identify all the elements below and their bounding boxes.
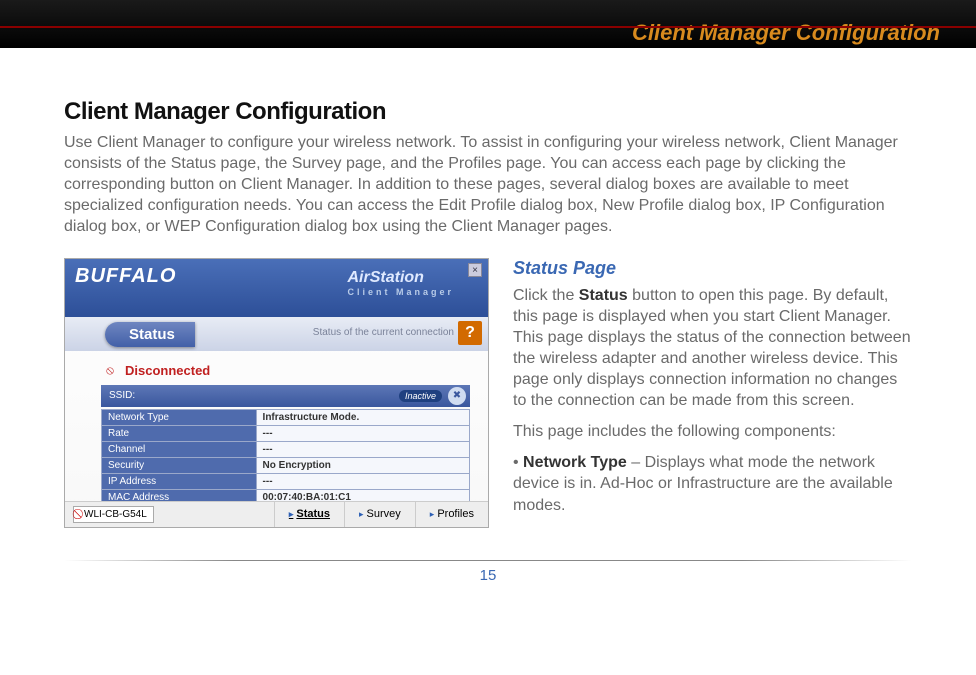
- table-row: Network TypeInfrastructure Mode.: [102, 409, 470, 425]
- ssid-row: SSID: Inactive ✖: [101, 385, 470, 407]
- tab-label: Profiles: [437, 508, 474, 520]
- tab-bar: ▸Status ▸Survey ▸Profiles: [274, 502, 488, 527]
- tab-label: Survey: [367, 508, 401, 520]
- cell-key: Security: [102, 457, 257, 473]
- page-footer: 15: [0, 538, 976, 584]
- tab-status[interactable]: ▸Status: [274, 502, 344, 527]
- help-button[interactable]: ?: [458, 321, 482, 345]
- ssid-label: SSID:: [109, 390, 135, 401]
- section-heading: Status Page: [513, 258, 912, 279]
- tab-survey[interactable]: ▸Survey: [344, 502, 415, 527]
- product-name: AirStation Client Manager: [347, 269, 454, 297]
- page-title: Client Manager Configuration: [64, 98, 912, 126]
- close-icon[interactable]: ×: [468, 263, 482, 277]
- cell-value: Infrastructure Mode.: [256, 409, 469, 425]
- chevron-right-icon: ▸: [359, 509, 364, 520]
- chevron-right-icon: ▸: [430, 509, 435, 520]
- cell-key: Rate: [102, 425, 257, 441]
- intro-paragraph: Use Client Manager to configure your wir…: [64, 132, 912, 238]
- description-column: Status Page Click the Status button to o…: [513, 258, 912, 528]
- device-model: WLI-CB-G54L: [84, 509, 147, 520]
- disconnected-icon: ⦸: [101, 362, 119, 380]
- cell-value: ---: [256, 441, 469, 457]
- bottom-bar: ⃠ WLI-CB-G54L ▸Status ▸Survey ▸Profiles: [65, 501, 488, 527]
- page-number: 15: [480, 567, 497, 584]
- product-label: AirStation: [347, 269, 423, 286]
- cell-value: ---: [256, 473, 469, 489]
- cell-value: No Encryption: [256, 457, 469, 473]
- table-row: SecurityNo Encryption: [102, 457, 470, 473]
- brand-logo: BUFFALO: [75, 265, 176, 288]
- page-body: Client Manager Configuration Use Client …: [0, 48, 976, 538]
- status-panel: ⦸ Disconnected SSID: Inactive ✖ Network …: [65, 351, 488, 501]
- table-row: Channel---: [102, 441, 470, 457]
- disconnected-label: Disconnected: [125, 363, 210, 378]
- table-row: Rate---: [102, 425, 470, 441]
- section-paragraph: Click the Status button to open this pag…: [513, 285, 912, 412]
- status-description: Status of the current connection: [313, 327, 454, 338]
- app-screenshot: BUFFALO AirStation Client Manager × Stat…: [64, 258, 489, 528]
- status-table: Network TypeInfrastructure Mode. Rate---…: [101, 409, 470, 506]
- app-header: BUFFALO AirStation Client Manager ×: [65, 259, 488, 317]
- bullet-item: • Network Type – Displays what mode the …: [513, 452, 912, 515]
- connection-state: ⦸ Disconnected: [101, 357, 470, 385]
- header-bar: Client Manager Configuration: [0, 0, 976, 48]
- cell-key: IP Address: [102, 473, 257, 489]
- inactive-badge: Inactive: [399, 390, 442, 402]
- chevron-right-icon: ▸: [289, 509, 294, 520]
- status-band: Status Status of the current connection: [65, 317, 488, 351]
- cell-key: Channel: [102, 441, 257, 457]
- tab-label: Status: [296, 508, 330, 520]
- header-title: Client Manager Configuration: [632, 20, 940, 46]
- cell-key: Network Type: [102, 409, 257, 425]
- product-subtitle: Client Manager: [347, 287, 454, 297]
- section-paragraph: This page includes the following compone…: [513, 421, 912, 442]
- table-row: IP Address---: [102, 473, 470, 489]
- status-pill: Status: [105, 322, 195, 347]
- cell-value: ---: [256, 425, 469, 441]
- tab-profiles[interactable]: ▸Profiles: [415, 502, 488, 527]
- settings-icon[interactable]: ✖: [448, 387, 466, 405]
- device-badge: ⃠ WLI-CB-G54L: [73, 506, 154, 523]
